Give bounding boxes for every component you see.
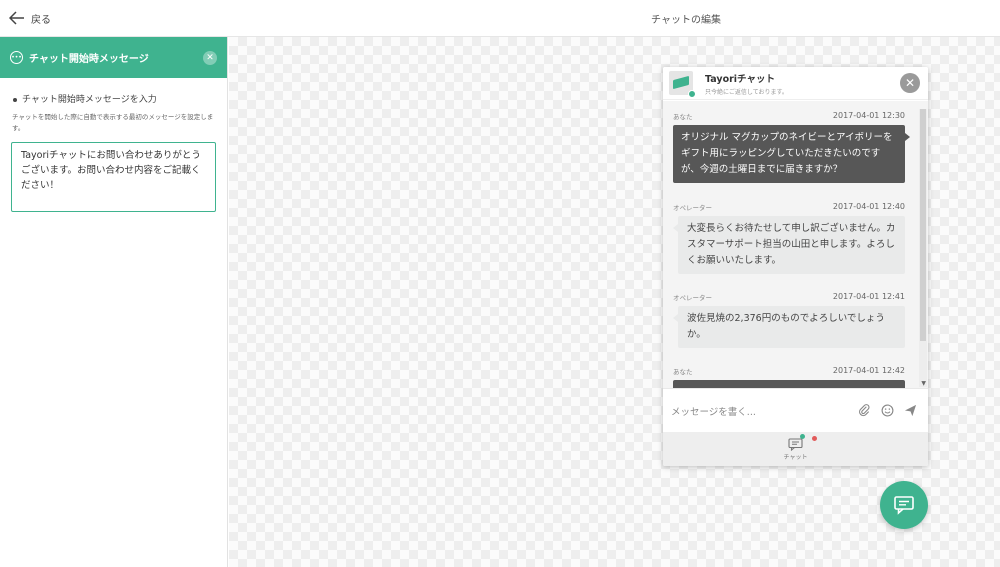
- chat-widget: Tayoriチャット 只今絶にご返信しております。 ✕ あなた 2017-04-0…: [663, 67, 928, 466]
- top-bar: 戻る チャットの編集: [0, 0, 1000, 37]
- message-time: 2017-04-01 12:42: [832, 366, 905, 375]
- attach-button[interactable]: [857, 403, 872, 418]
- message-sender: あなた: [673, 113, 693, 121]
- message-sender: オペレーター: [673, 204, 712, 212]
- message-bubble-operator: 大変長らくお待たせして申し訳ございません。カスタマーサポート担当の山田と申します…: [673, 216, 905, 274]
- page-title: チャットの編集: [651, 15, 721, 26]
- widget-status: 只今絶にご返信しております。: [705, 88, 788, 96]
- widget-header: Tayoriチャット 只今絶にご返信しております。 ✕: [663, 67, 928, 100]
- helper-text: チャットを開始した際に自動で表示する最初のメッセージを設定します。: [12, 113, 214, 132]
- status-dot-green: [799, 433, 805, 439]
- status-dot-red: [811, 435, 817, 441]
- message-item: オペレーター 2017-04-01 12:40 大変長らくお待たせして申し訳ござい…: [673, 202, 905, 274]
- panel-close-button[interactable]: ✕: [203, 50, 217, 65]
- message-time: 2017-04-01 12:30: [832, 111, 905, 120]
- message-time: 2017-04-01 12:41: [832, 292, 905, 301]
- settings-panel: ••• チャット開始時メッセージ ✕ チャット開始時メッセージを入力 チャットを…: [0, 37, 228, 567]
- message-time: 2017-04-01 12:40: [832, 202, 905, 211]
- message-bubble-user: オリジナル マグカップのネイビーとアイボリーをギフト用にラッピングしていただきた…: [673, 125, 910, 183]
- avatar: [669, 71, 696, 98]
- tayori-logo-icon: [673, 75, 689, 90]
- paperclip-icon: [859, 404, 870, 417]
- message-item: オペレーター 2017-04-01 12:41 波佐見焼の2,376円のものでよろ…: [673, 292, 905, 348]
- message-sender: あなた: [673, 368, 693, 376]
- smiley-icon: [881, 404, 894, 417]
- send-button[interactable]: [903, 403, 918, 418]
- online-indicator: [688, 90, 696, 98]
- scrollbar-thumb[interactable]: [920, 109, 926, 341]
- close-icon: ✕: [206, 52, 214, 63]
- emoji-button[interactable]: [880, 403, 895, 418]
- widget-close-button[interactable]: ✕: [900, 73, 920, 93]
- section-label: チャット開始時メッセージを入力: [13, 92, 157, 105]
- message-bubble-operator: 波佐見焼の2,376円のものでよろしいでしょうか。: [673, 306, 905, 348]
- send-icon: [904, 404, 917, 417]
- chat-bubble-icon: •••: [10, 51, 23, 64]
- message-sender: オペレーター: [673, 294, 712, 302]
- chat-icon: [788, 437, 803, 451]
- panel-title: チャット開始時メッセージ: [29, 54, 149, 65]
- start-message-input[interactable]: Tayoriチャットにお問い合わせありがとうございます。お問い合わせ内容をご記載…: [11, 142, 216, 212]
- tab-chat-label: チャット: [783, 453, 808, 461]
- close-icon: ✕: [904, 76, 916, 90]
- message-item: あなた 2017-04-01 12:30 オリジナル マグカップのネイビーとアイボ…: [673, 111, 910, 183]
- scroll-down-icon[interactable]: ▼: [921, 380, 926, 387]
- panel-header: ••• チャット開始時メッセージ ✕: [0, 37, 227, 78]
- widget-footer: チャット: [663, 432, 928, 466]
- chat-launcher-button[interactable]: [880, 481, 928, 529]
- message-composer: メッセージを書く...: [663, 388, 928, 432]
- tab-chat[interactable]: チャット: [783, 433, 817, 461]
- chat-icon: [894, 496, 914, 515]
- message-input[interactable]: メッセージを書く...: [671, 404, 849, 418]
- widget-name: Tayoriチャット: [705, 73, 775, 85]
- scrollbar[interactable]: [919, 109, 927, 387]
